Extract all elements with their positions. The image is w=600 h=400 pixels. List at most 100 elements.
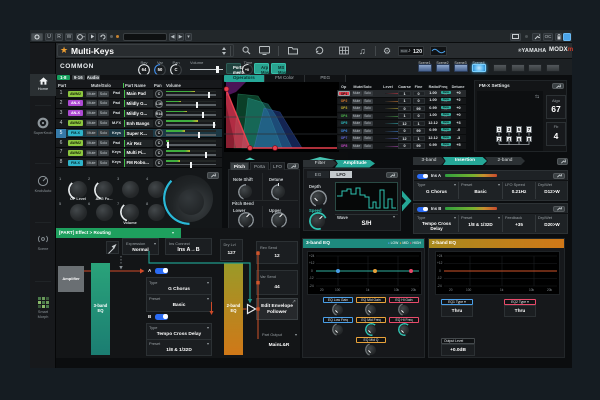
scene5-button[interactable] — [493, 64, 507, 72]
eq-hi-gain-control[interactable]: EQ Hi Gain — [389, 297, 419, 315]
spinner-up-icon[interactable] — [222, 47, 226, 50]
eq-mid-freq-control[interactable]: EQ Mid Freq — [356, 317, 386, 335]
op-ratio[interactable]: 1.00 — [426, 98, 441, 104]
eq2-header[interactable]: 2-band EQ — [429, 239, 564, 248]
operator-envelope-graph[interactable] — [224, 82, 339, 153]
op-mute-button[interactable]: Mute — [352, 114, 362, 119]
volume-slider[interactable] — [190, 69, 223, 71]
part-pan-knob[interactable]: C — [155, 139, 163, 147]
assign-knob-2[interactable] — [96, 181, 113, 198]
ins-b-drywet-field[interactable]: Dry/Wet D20>W — [537, 214, 567, 233]
spinner-down-icon[interactable] — [222, 52, 226, 55]
op-fine[interactable]: 0 — [413, 113, 425, 119]
eq-hi-gain-knob[interactable] — [399, 305, 409, 315]
tab-2band[interactable]: 2-band — [485, 157, 525, 165]
part-row-2[interactable]: 2 AN-X Mute Solo Pad Mildly G... L16 — [56, 99, 222, 109]
search-icon[interactable] — [242, 46, 251, 58]
dial-menu-button[interactable] — [76, 33, 86, 41]
eq-hi-freq-knob[interactable] — [399, 325, 409, 335]
op-solo-button[interactable]: Solo — [363, 114, 373, 119]
assign-knob-4[interactable] — [148, 181, 165, 198]
scene2-button[interactable] — [436, 64, 450, 72]
tab-filter[interactable]: Filter — [303, 160, 337, 168]
bend-lower-knob[interactable] — [239, 213, 252, 226]
read-button[interactable]: R — [55, 33, 63, 41]
part-volume-slider[interactable] — [166, 104, 216, 106]
tab-3band[interactable]: 3-band — [413, 157, 445, 165]
part-volume-slider[interactable] — [166, 134, 216, 136]
op-coarse[interactable]: 12 — [398, 121, 411, 127]
part-solo-button[interactable]: Solo — [98, 160, 109, 166]
write-button[interactable]: W — [65, 33, 73, 41]
lock-button[interactable] — [555, 33, 562, 41]
sidebar-item-smartmorph[interactable]: SmartMorph — [30, 295, 56, 329]
common-label[interactable]: COMMON — [60, 63, 94, 70]
reload-button[interactable] — [98, 33, 107, 41]
part-name[interactable]: Enh Bangs — [124, 120, 153, 128]
eq-low-freq-knob[interactable] — [333, 325, 343, 335]
part-name[interactable]: Main Pad — [124, 90, 153, 98]
arp-master-button[interactable]: ArpMaster — [254, 63, 269, 74]
live-set-icon[interactable] — [259, 46, 270, 58]
op-fine[interactable]: 1 — [413, 136, 425, 142]
eq2-graph[interactable]: +24 +12 0 -12 -24 20 100 1k 10k 20k — [435, 251, 560, 295]
ins-b-settings-button[interactable] — [553, 206, 565, 212]
part-row-4[interactable]: 4 AWM2 Mute Solo M.FX Enh Bangs C — [56, 119, 222, 129]
op-coarse[interactable]: 12 — [398, 136, 411, 142]
knob-settings-button[interactable] — [207, 172, 219, 179]
eq2-type-value-box[interactable]: Thru — [504, 305, 536, 317]
op-detune[interactable]: -0 — [453, 128, 465, 134]
part-name[interactable]: FM Robo... — [124, 159, 153, 167]
eq-hi-freq-control[interactable]: EQ Hi Freq — [389, 317, 419, 335]
operator-row-1[interactable]: OP1 Mute Solo 1 0 1.00 Ratio Hz +0 — [337, 90, 466, 98]
settings-gear-icon[interactable]: ⚙ — [383, 46, 391, 56]
ins-a-param-field[interactable]: LFO Speed 0.21Hz — [504, 181, 534, 200]
music-notes-icon[interactable]: ♫ — [359, 46, 366, 56]
assign-knob-7[interactable] — [122, 204, 139, 221]
op-detune[interactable]: +0 — [453, 91, 465, 97]
op-detune[interactable]: -3 — [453, 136, 465, 142]
part-mute-button[interactable]: Mute — [86, 120, 97, 126]
part-mute-button[interactable]: Mute — [86, 150, 97, 156]
note-shift-knob[interactable] — [239, 185, 252, 198]
operator-row-3[interactable]: OP3 Mute Solo 0 99 0.99 Ratio Hz +0 — [337, 105, 466, 113]
part-mute-button[interactable]: Mute — [86, 140, 97, 146]
op-coarse[interactable]: 0 — [398, 143, 411, 149]
eq-mid-freq-knob[interactable] — [366, 325, 376, 335]
eq-low-freq-control[interactable]: EQ Low Freq — [323, 317, 353, 335]
scene8-button[interactable] — [546, 64, 560, 72]
part-solo-button[interactable]: Solo — [98, 130, 109, 136]
amp-settings-button[interactable] — [386, 172, 398, 178]
part-solo-button[interactable]: Solo — [98, 150, 109, 156]
tempo-display[interactable]: BAR ♪ 120 — [398, 46, 424, 56]
op-mute-button[interactable]: Mute — [352, 99, 362, 104]
part-name[interactable]: Multi Pi... — [124, 149, 153, 157]
tab-pitch[interactable]: Pitch — [230, 162, 249, 170]
sidebar-item-superknob[interactable]: SuperKnob — [30, 115, 56, 145]
operator-row-8[interactable]: OP8 Mute Solo 0 99 0.99 Ratio Hz +5 — [337, 143, 466, 151]
part-pan-knob[interactable]: C — [155, 90, 163, 98]
part-pan-knob[interactable]: C — [155, 119, 163, 127]
op-fine[interactable]: 0 — [413, 91, 425, 97]
op-ratio[interactable]: 12.12 — [426, 136, 441, 142]
scene7-button[interactable] — [528, 64, 542, 72]
pitch-settings-button[interactable] — [287, 163, 299, 169]
operator-row-4[interactable]: OP4 Mute Solo 1 0 1.00 Ratio Hz +0 — [337, 113, 466, 121]
insertion-settings-button[interactable] — [557, 158, 568, 165]
op-mute-button[interactable]: Mute — [352, 106, 362, 111]
portamento-button[interactable]: Portamento — [226, 63, 241, 74]
part-solo-button[interactable]: Solo — [98, 100, 109, 106]
snapshot-button[interactable] — [31, 33, 43, 41]
op-mute-button[interactable]: Mute — [352, 91, 362, 96]
part-mute-button[interactable]: Mute — [86, 160, 97, 166]
window-mode-button[interactable] — [510, 33, 521, 41]
op-solo-button[interactable]: Solo — [363, 91, 373, 96]
op-mute-button[interactable]: Mute — [352, 136, 362, 141]
ins-b-type-field[interactable]: Type ▾ Tempo Cross Delay — [416, 214, 457, 233]
tab-eg[interactable]: EG — [307, 171, 329, 178]
eq1-type-value-box[interactable]: Thru — [441, 305, 473, 317]
ins-a-preset-field[interactable]: Preset ▾ Basic — [460, 181, 501, 200]
pan-knob[interactable]: C — [172, 65, 181, 74]
play-button[interactable] — [88, 33, 96, 41]
part-volume-slider[interactable] — [166, 114, 216, 116]
